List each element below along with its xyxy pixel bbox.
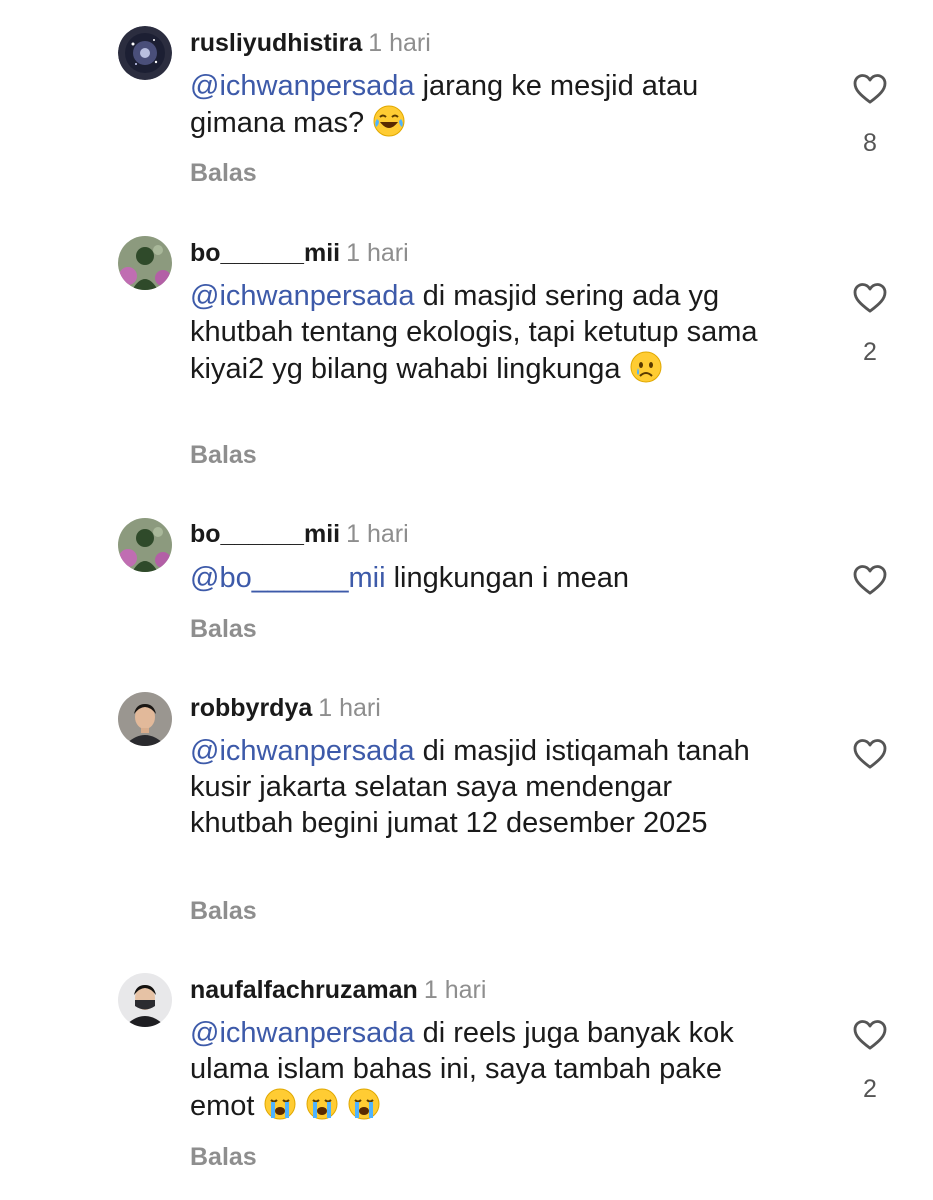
comment-text: @ichwanpersada jarang ke mesjid atau gim…: [190, 68, 790, 141]
comment-text: @bo______mii lingkungan i mean: [190, 560, 820, 596]
comment-text: @ichwanpersada di masjid sering ada yg k…: [190, 278, 790, 387]
heart-icon[interactable]: [850, 559, 890, 599]
reply-button[interactable]: Balas: [190, 440, 257, 470]
like-count: 8: [863, 129, 877, 157]
comment-meta: rusliyudhistira 1 hari: [190, 28, 431, 58]
green-figure-avatar[interactable]: [118, 518, 172, 572]
mention-link[interactable]: @ichwanpersada: [190, 735, 415, 767]
mention-link[interactable]: @ichwanpersada: [190, 70, 415, 102]
like-count: 2: [863, 1075, 877, 1103]
mention-link[interactable]: @ichwanpersada: [190, 280, 415, 312]
person-photo-avatar[interactable]: [118, 692, 172, 746]
comment-meta: bo______mii 1 hari: [190, 238, 409, 268]
green-figure-avatar[interactable]: [118, 236, 172, 290]
loudly-crying-face-emoji: [263, 1087, 297, 1121]
comment-username[interactable]: bo______mii: [190, 239, 340, 267]
comment-username[interactable]: naufalfachruzaman: [190, 976, 418, 1004]
comment-text: @ichwanpersada di reels juga banyak kok …: [190, 1015, 790, 1124]
like-count: 2: [863, 338, 877, 366]
heart-icon[interactable]: [850, 277, 890, 317]
reply-button[interactable]: Balas: [190, 1142, 257, 1172]
comment-time: 1 hari: [346, 239, 409, 267]
comment-username[interactable]: robbyrdya: [190, 694, 312, 722]
comment-meta: robbyrdya 1 hari: [190, 693, 381, 723]
masked-person-avatar[interactable]: [118, 973, 172, 1027]
mention-link[interactable]: @ichwanpersada: [190, 1017, 415, 1049]
galaxy-avatar[interactable]: [118, 26, 172, 80]
mention-link[interactable]: @bo______mii: [190, 562, 386, 594]
comment-body: lingkungan i mean: [385, 562, 629, 594]
heart-icon[interactable]: [850, 733, 890, 773]
comment-time: 1 hari: [318, 694, 381, 722]
crying-face-emoji: [629, 350, 663, 384]
loudly-crying-face-emoji: [305, 1087, 339, 1121]
heart-icon[interactable]: [850, 68, 890, 108]
comment-time: 1 hari: [346, 520, 409, 548]
loudly-crying-face-emoji: [347, 1087, 381, 1121]
heart-icon[interactable]: [850, 1014, 890, 1054]
reply-button[interactable]: Balas: [190, 614, 257, 644]
comment-meta: bo______mii 1 hari: [190, 519, 409, 549]
comment-time: 1 hari: [423, 976, 487, 1004]
reply-button[interactable]: Balas: [190, 158, 257, 188]
reply-button[interactable]: Balas: [190, 896, 257, 926]
comment-text: @ichwanpersada di masjid istiqamah tanah…: [190, 733, 750, 841]
comment-username[interactable]: rusliyudhistira: [190, 29, 362, 57]
comment-meta: naufalfachruzaman 1 hari: [190, 975, 486, 1005]
face-with-tears-of-joy-emoji: [372, 104, 406, 138]
comment-time: 1 hari: [368, 29, 431, 57]
comment-username[interactable]: bo______mii: [190, 520, 340, 548]
